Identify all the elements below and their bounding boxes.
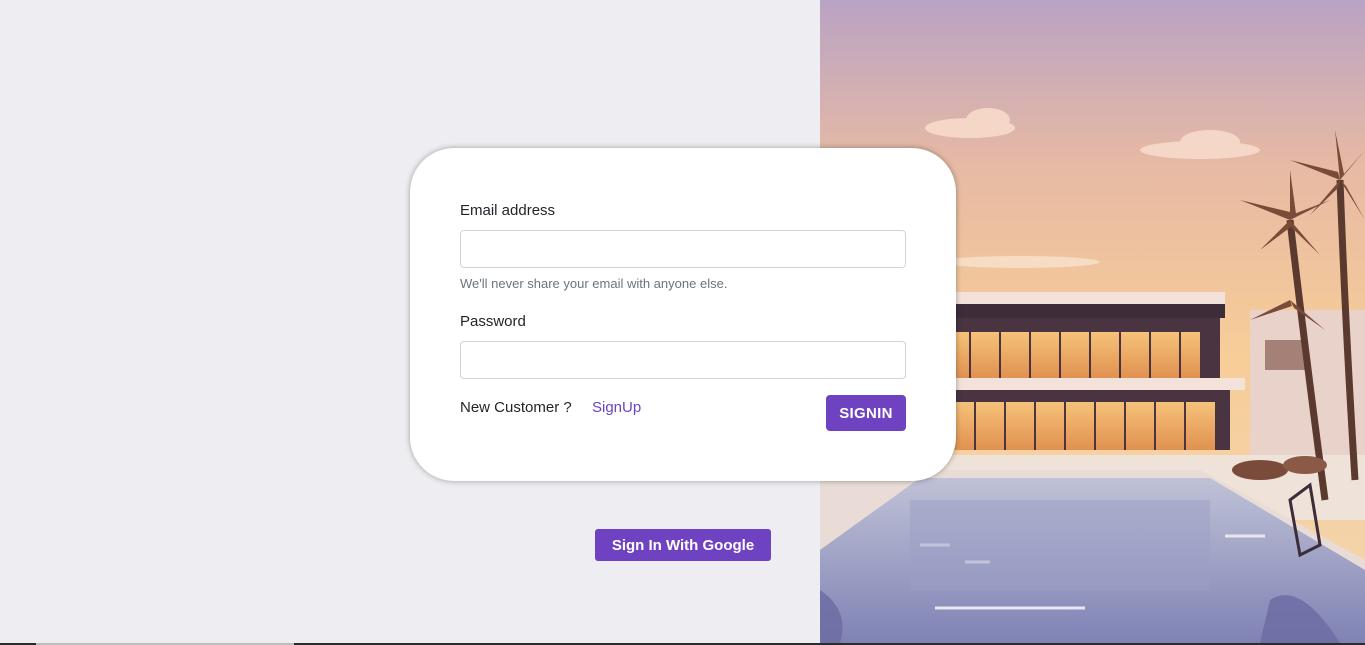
new-customer-text: New Customer ? xyxy=(460,399,572,416)
password-input[interactable] xyxy=(460,341,906,379)
login-card: Email address We'll never share your ema… xyxy=(410,148,956,481)
google-signin-button[interactable]: Sign In With Google xyxy=(595,529,771,561)
password-label: Password xyxy=(460,313,526,330)
email-help-text: We'll never share your email with anyone… xyxy=(460,276,728,291)
email-label: Email address xyxy=(460,202,556,219)
signin-button[interactable]: SIGNIN xyxy=(826,395,906,431)
email-input[interactable] xyxy=(460,230,906,268)
signup-link[interactable]: SignUp xyxy=(592,399,641,416)
